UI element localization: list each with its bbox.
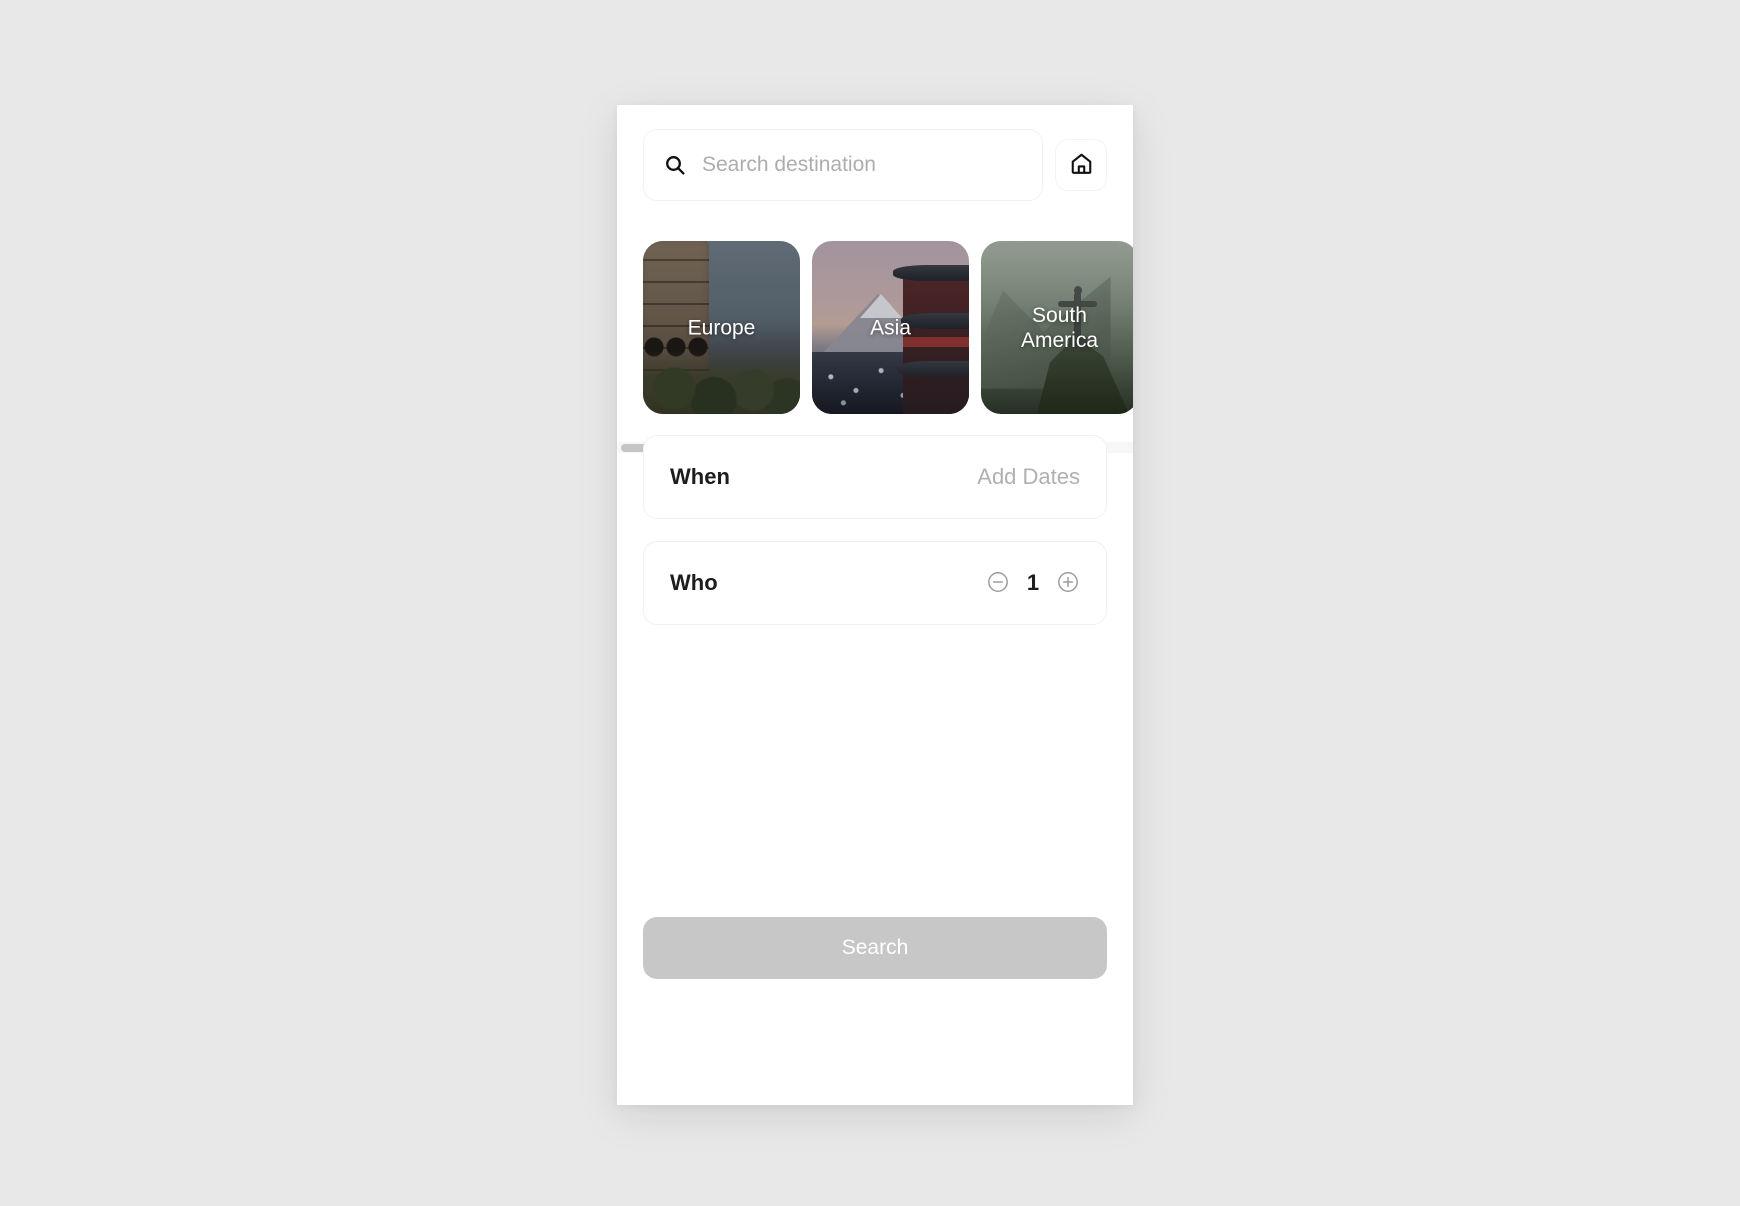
destination-label: Europe [687, 316, 756, 339]
destination-card-europe[interactable]: Europe [643, 241, 800, 414]
app-panel: Europe Asia [617, 105, 1133, 1105]
guest-stepper: 1 [986, 570, 1080, 596]
minus-circle-icon [986, 570, 1010, 597]
home-icon [1069, 151, 1094, 179]
destination-carousel[interactable]: Europe Asia South America [617, 241, 1133, 414]
home-button[interactable] [1055, 139, 1107, 191]
destination-card-south-america[interactable]: South America [981, 241, 1133, 414]
destination-card-asia[interactable]: Asia [812, 241, 969, 414]
search-icon [662, 152, 688, 178]
when-row[interactable]: When Add Dates [643, 435, 1107, 519]
search-field[interactable] [643, 129, 1043, 201]
destination-label: Asia [870, 316, 911, 339]
guest-count: 1 [1026, 570, 1040, 595]
destination-label: South America [1020, 303, 1099, 352]
increment-guests-button[interactable] [1056, 571, 1080, 595]
search-input[interactable] [702, 153, 1024, 177]
when-label: When [670, 464, 730, 489]
decrement-guests-button[interactable] [986, 571, 1010, 595]
who-row[interactable]: Who 1 [643, 541, 1107, 625]
search-submit-button[interactable]: Search [643, 917, 1107, 979]
screen-background: Europe Asia [0, 0, 1740, 1206]
carousel-track: Europe Asia South America [643, 241, 1133, 414]
who-label: Who [670, 570, 718, 595]
search-row [643, 129, 1107, 201]
when-value[interactable]: Add Dates [977, 464, 1080, 490]
plus-circle-icon [1056, 570, 1080, 597]
